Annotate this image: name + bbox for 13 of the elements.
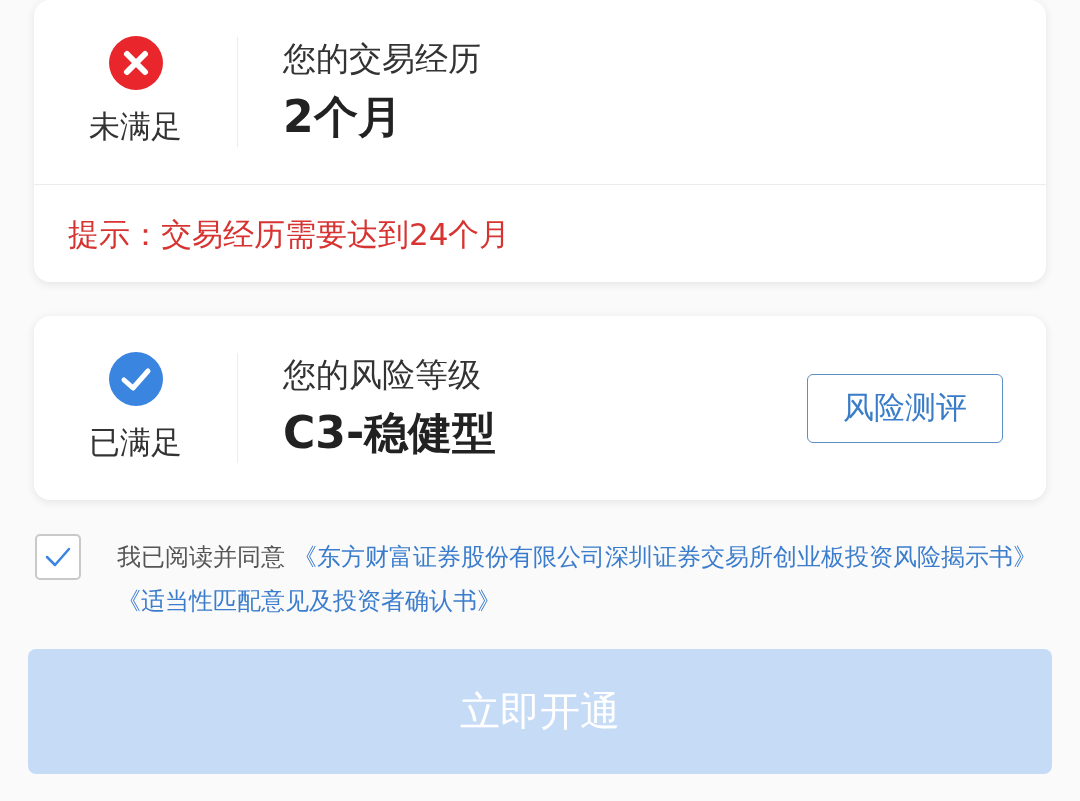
document-link[interactable]: 《适当性匹配意见及投资者确认书》	[117, 587, 501, 615]
check-icon	[45, 547, 71, 567]
agreement-text: 我已阅读并同意	[117, 543, 285, 571]
agreement-checkbox[interactable]	[35, 534, 81, 580]
requirement-title: 您的交易经历	[283, 38, 482, 80]
requirement-value: C3-稳健型	[283, 406, 498, 460]
document-link[interactable]: 《东方财富证券股份有限公司深圳证券交易所创业板投资风险揭示书》	[293, 543, 1037, 571]
status-label: 未满足	[89, 107, 182, 146]
risk-assessment-button[interactable]: 风险测评	[807, 373, 1003, 443]
requirement-value: 2个月	[283, 90, 403, 144]
hint-text: 提示：交易经历需要达到24个月	[68, 216, 511, 252]
requirement-title: 您的风险等级	[283, 354, 482, 396]
status-label: 已满足	[89, 423, 182, 462]
